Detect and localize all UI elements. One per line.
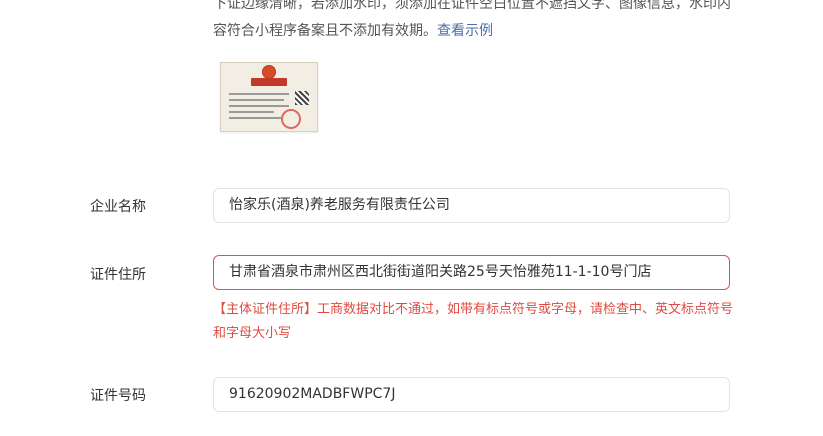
license-title-banner <box>251 78 287 86</box>
instruction-line-1: 下证边缘清晰，若添加水印，须添加在证件空白位置不遮挡文字、图像信息，水印内 <box>213 0 731 12</box>
official-seal-icon <box>281 109 301 129</box>
id-number-field[interactable]: 91620902MADBFWPC7J <box>213 377 730 412</box>
national-emblem-icon <box>262 65 276 79</box>
address-error-message: 【主体证件住所】工商数据对比不通过，如带有标点符号或字母，请检查中、英文标点符号… <box>213 302 734 341</box>
qr-code-icon <box>295 91 309 105</box>
instruction-line-2-text: 容符合小程序备案且不添加有效期。 <box>213 23 437 39</box>
license-text-line <box>229 99 284 101</box>
company-name-field[interactable]: 怡家乐(酒泉)养老服务有限责任公司 <box>213 188 730 223</box>
company-name-label: 企业名称 <box>90 199 146 215</box>
id-number-label: 证件号码 <box>90 388 146 404</box>
address-field[interactable]: 甘肃省酒泉市肃州区西北街街道阳关路25号天怡雅苑11-1-10号门店 <box>213 255 730 290</box>
view-example-link[interactable]: 查看示例 <box>437 23 493 39</box>
license-text-line <box>229 111 274 113</box>
instruction-line-2: 容符合小程序备案且不添加有效期。查看示例 <box>213 18 743 45</box>
address-label: 证件住所 <box>90 267 146 283</box>
upload-instructions: 下证边缘清晰，若添加水印，须添加在证件空白位置不遮挡文字、图像信息，水印内 容符… <box>213 0 743 45</box>
business-license-thumbnail[interactable] <box>220 62 318 132</box>
license-text-line <box>229 93 289 95</box>
license-text-line <box>229 117 281 119</box>
license-text-line <box>229 105 289 107</box>
